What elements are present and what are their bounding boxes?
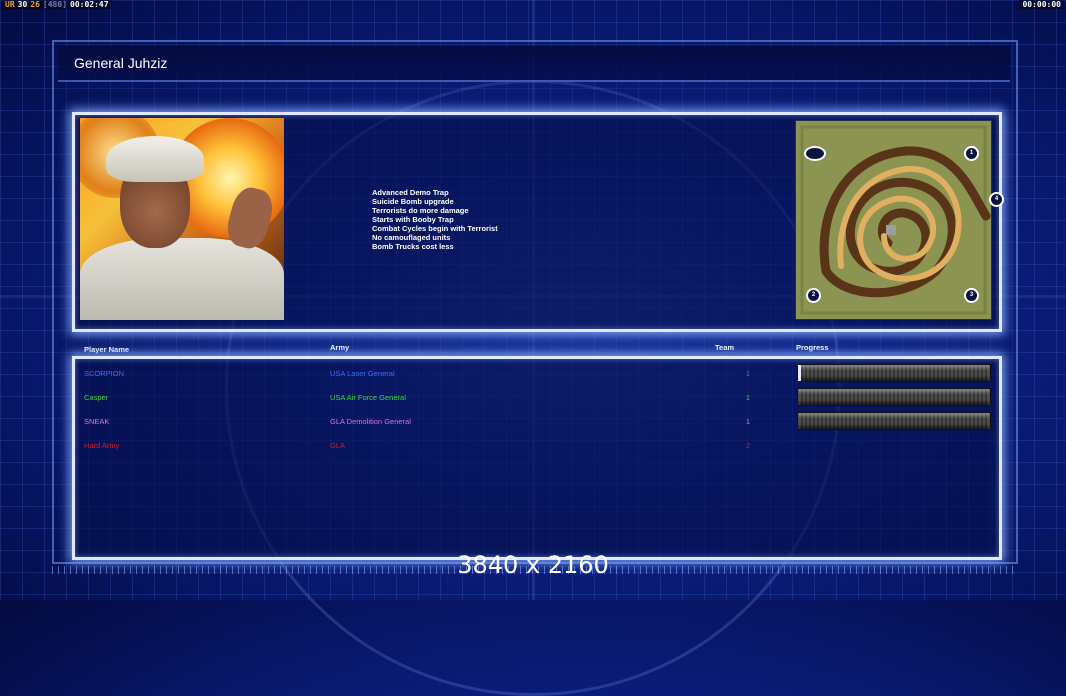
- player-army: USA Laser General: [330, 369, 395, 378]
- player-name: SCORPION: [84, 369, 125, 378]
- player-team: 2: [745, 441, 750, 450]
- hud-timer-right: 00:00:00: [1019, 0, 1064, 9]
- hud-stats: UR 30 26 [480] 00:02:47: [2, 0, 112, 9]
- general-title: General Juhziz: [74, 55, 168, 71]
- start-position-1-marker: 1: [964, 146, 979, 161]
- general-feature-item: No camouflaged units: [372, 233, 451, 242]
- player-team: 1: [745, 393, 750, 402]
- general-feature-item: Advanced Demo Trap: [372, 188, 449, 197]
- column-header-progress: Progress: [796, 343, 829, 352]
- player-team: 1: [745, 369, 750, 378]
- player-army: USA Air Force General: [330, 393, 406, 402]
- general-feature-item: Combat Cycles begin with Terrorist: [372, 224, 498, 233]
- hud-stat: UR: [5, 0, 15, 9]
- general-feature-item: Suicide Bomb upgrade: [372, 197, 454, 206]
- column-header-player-name: Player Name: [84, 345, 130, 354]
- resolution-overlay: 3840 x 2160: [457, 551, 609, 579]
- general-feature-item: Terrorists do more damage: [372, 206, 469, 215]
- column-header-team: Team: [715, 343, 735, 352]
- player-team: 1: [745, 417, 750, 426]
- player-progress-bar: [797, 364, 991, 382]
- player-name: SNEAK: [84, 417, 110, 426]
- player-list-panel: [72, 356, 1002, 560]
- player-army: GLA Demolition General: [330, 417, 411, 426]
- start-position-3-marker: 3: [964, 288, 979, 303]
- player-progress-bar: [797, 388, 991, 406]
- general-feature-item: Starts with Booby Trap: [372, 215, 454, 224]
- column-header-army: Army: [330, 343, 350, 352]
- hud-stat: 26: [30, 0, 40, 9]
- player-progress-fill: [798, 365, 801, 381]
- header-bar: [58, 46, 1010, 82]
- player-army: GLA: [330, 441, 346, 450]
- general-features-list: Advanced Demo Trap Suicide Bomb upgrade Te…: [372, 188, 498, 251]
- map-preview: 1 2 3: [795, 120, 992, 320]
- start-position-marker: [804, 146, 826, 161]
- hud-stat: 00:02:47: [70, 0, 109, 9]
- general-portrait: [80, 118, 284, 320]
- start-position-4-marker: 4: [989, 192, 1004, 207]
- start-position-2-marker: 2: [806, 288, 821, 303]
- hud-stat: [480]: [42, 0, 68, 9]
- player-progress-bar: [797, 412, 991, 430]
- hud-stat: 30: [17, 0, 28, 9]
- player-name: Casper: [84, 393, 109, 402]
- general-feature-item: Bomb Trucks cost less: [372, 242, 454, 251]
- player-name: Hard Army: [84, 441, 120, 450]
